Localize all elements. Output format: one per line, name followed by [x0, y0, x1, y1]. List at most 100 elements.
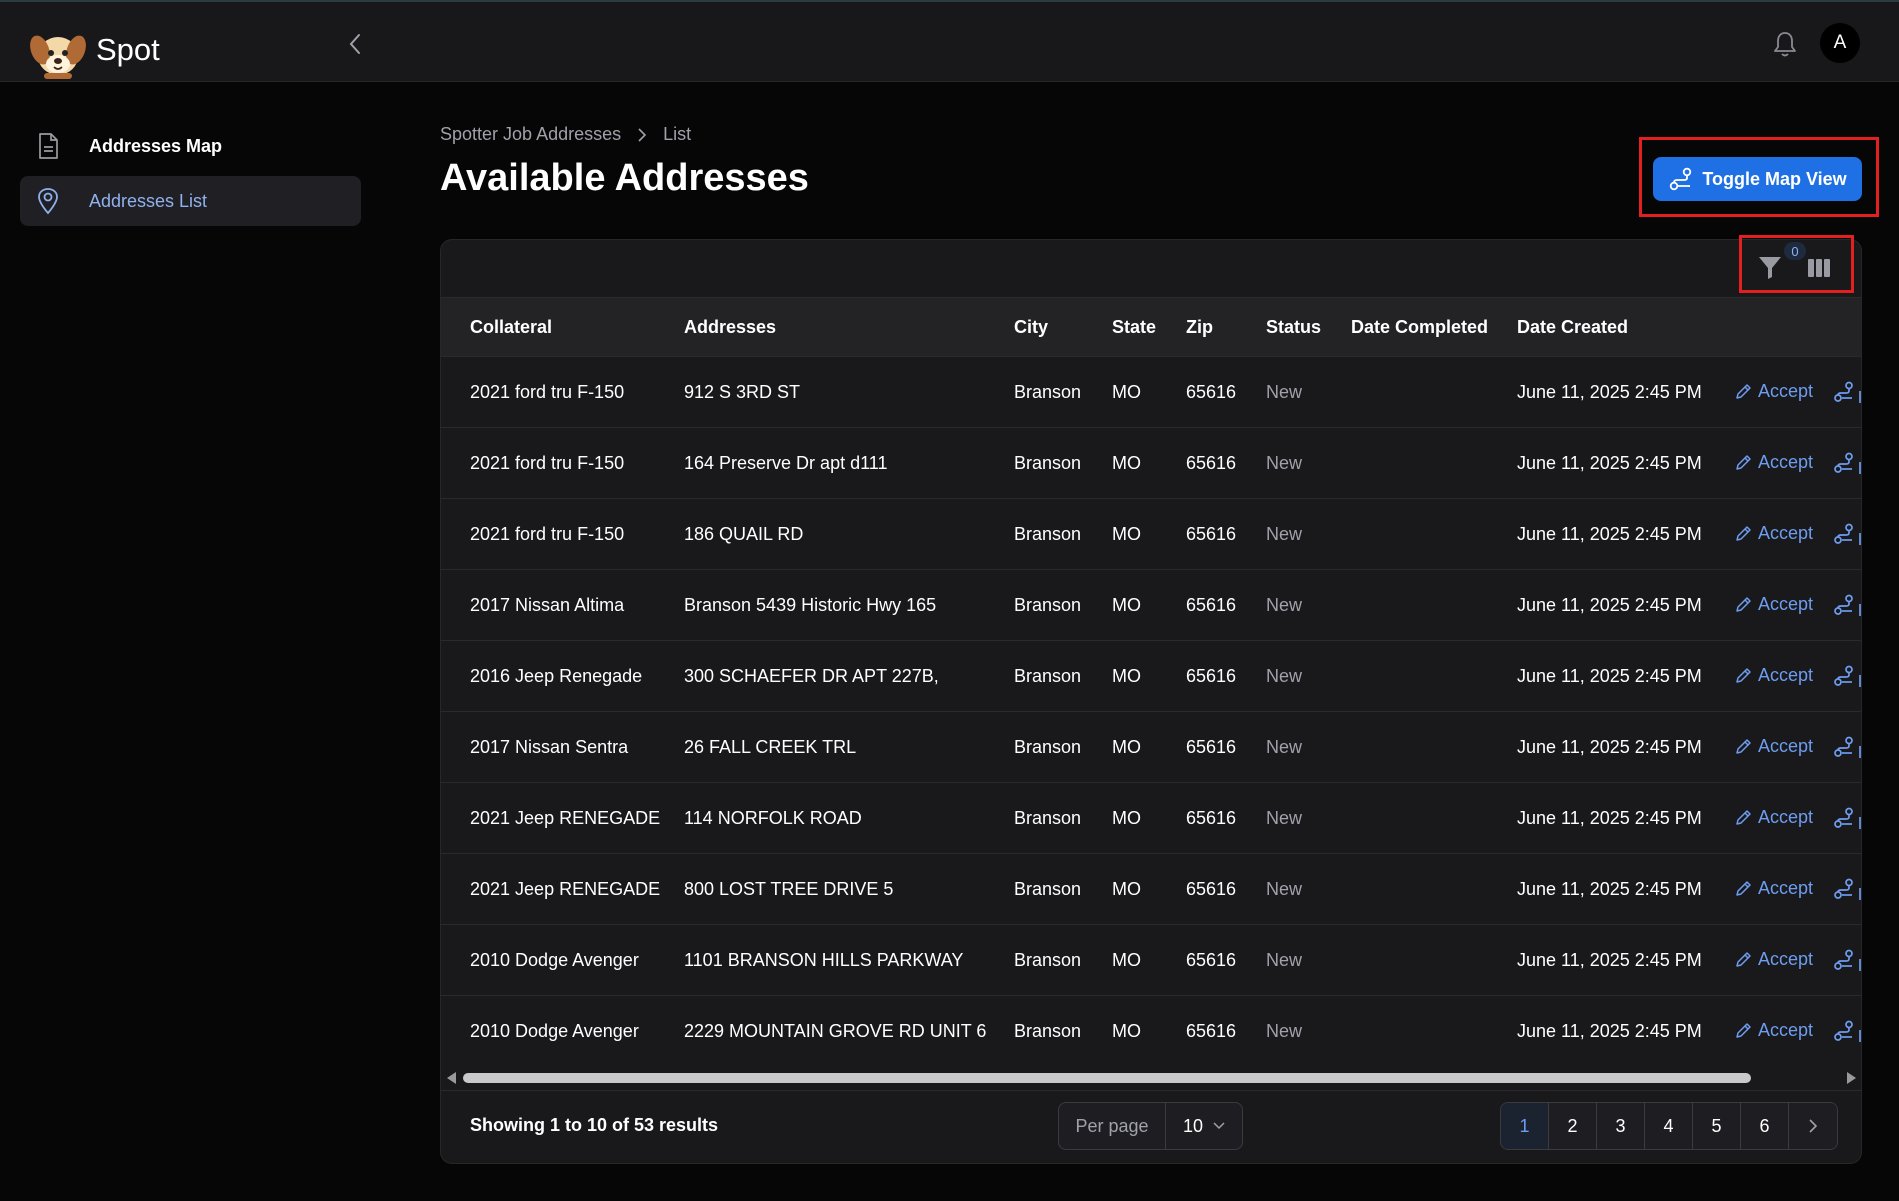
cell-address: 2229 MOUNTAIN GROVE RD UNIT 6: [684, 1021, 987, 1041]
chevron-right-icon: [637, 127, 647, 142]
cell-state: MO: [1112, 737, 1141, 757]
scrollbar-thumb[interactable]: [463, 1073, 1751, 1083]
user-avatar[interactable]: A: [1820, 23, 1860, 63]
pencil-icon: [1736, 809, 1751, 825]
breadcrumb-parent-link[interactable]: Spotter Job Addresses: [440, 124, 621, 145]
scroll-right-arrow[interactable]: [1847, 1072, 1856, 1084]
pencil-icon: [1736, 454, 1751, 470]
cell-status: New: [1266, 737, 1303, 757]
pencil-icon: [1736, 880, 1751, 896]
accept-label: Accept: [1758, 949, 1814, 969]
column-header-city[interactable]: City: [1014, 317, 1048, 338]
route-icon[interactable]: [1833, 452, 1861, 474]
cell-date-created: June 11, 2025 2:45 PM: [1517, 879, 1702, 899]
route-icon[interactable]: [1833, 523, 1861, 545]
pencil-icon: [1736, 525, 1751, 541]
scroll-left-arrow[interactable]: [447, 1072, 456, 1084]
column-header-date-created[interactable]: Date Created: [1517, 317, 1628, 338]
route-icon[interactable]: [1833, 949, 1861, 971]
pagination: 123456: [1500, 1102, 1838, 1150]
accept-button[interactable]: Accept: [1734, 878, 1813, 899]
accept-button[interactable]: Accept: [1734, 807, 1813, 828]
cell-date-created: June 11, 2025 2:45 PM: [1517, 950, 1702, 970]
cell-state: MO: [1112, 382, 1141, 402]
pencil-icon: [1736, 383, 1751, 399]
filter-count-badge: 0: [1784, 242, 1806, 260]
table-row: 2021 Jeep RENEGADE 800 LOST TREE DRIVE 5 B…: [441, 854, 1861, 925]
route-icon[interactable]: [1833, 1020, 1861, 1042]
cell-city: Branson: [1014, 737, 1082, 757]
horizontal-scrollbar[interactable]: [441, 1066, 1861, 1090]
cell-city: Branson: [1014, 595, 1082, 615]
column-header-addresses[interactable]: Addresses: [684, 317, 776, 338]
accept-label: Accept: [1758, 1020, 1814, 1040]
cell-address: 26 FALL CREEK TRL: [684, 737, 857, 757]
cell-zip: 65616: [1186, 453, 1237, 473]
cell-state: MO: [1112, 595, 1141, 615]
page-button-5[interactable]: 5: [1693, 1103, 1741, 1149]
column-toggle-button[interactable]: [1807, 258, 1831, 278]
accept-button[interactable]: Accept: [1734, 381, 1813, 402]
accept-label: Accept: [1758, 807, 1814, 827]
accept-button[interactable]: Accept: [1734, 523, 1813, 544]
accept-button[interactable]: Accept: [1734, 665, 1813, 686]
cell-collateral: 2010 Dodge Avenger: [470, 950, 639, 970]
route-icon[interactable]: [1833, 807, 1861, 829]
pencil-icon: [1736, 951, 1751, 967]
route-icon[interactable]: [1833, 381, 1861, 403]
notifications-bell-icon[interactable]: [1772, 30, 1798, 58]
document-icon: [34, 132, 62, 160]
accept-label: Accept: [1758, 594, 1814, 614]
accept-button[interactable]: Accept: [1734, 1020, 1813, 1041]
page-button-3[interactable]: 3: [1597, 1103, 1645, 1149]
column-header-status[interactable]: Status: [1266, 317, 1321, 338]
route-icon[interactable]: [1833, 736, 1861, 758]
page-title: Available Addresses: [440, 157, 809, 199]
filter-icon: [1759, 257, 1781, 279]
per-page-value: 10: [1182, 1115, 1204, 1136]
per-page-label: Per page: [1059, 1103, 1166, 1149]
next-page-button[interactable]: [1789, 1103, 1837, 1149]
sidebar-item-addresses-list[interactable]: Addresses List: [20, 176, 361, 226]
accept-button[interactable]: Accept: [1734, 452, 1813, 473]
cell-status: New: [1266, 879, 1303, 899]
column-header-collateral[interactable]: Collateral: [470, 317, 552, 338]
cell-collateral: 2016 Jeep Renegade: [470, 666, 643, 686]
cell-address: 1101 BRANSON HILLS PARKWAY: [684, 950, 964, 970]
cell-date-created: June 11, 2025 2:45 PM: [1517, 524, 1702, 544]
page-button-6[interactable]: 6: [1741, 1103, 1789, 1149]
cell-date-created: June 11, 2025 2:45 PM: [1517, 595, 1702, 615]
cell-date-created: June 11, 2025 2:45 PM: [1517, 1021, 1702, 1041]
cell-date-created: June 11, 2025 2:45 PM: [1517, 453, 1702, 473]
route-icon[interactable]: [1833, 665, 1861, 687]
sidebar-item-addresses-map[interactable]: Addresses Map: [20, 121, 361, 171]
cell-collateral: 2010 Dodge Avenger: [470, 1021, 639, 1041]
collapse-sidebar-button[interactable]: [344, 30, 366, 58]
sidebar-item-label: Addresses Map: [89, 135, 223, 156]
map-pin-icon: [34, 187, 62, 215]
table-row: 2016 Jeep Renegade 300 SCHAEFER DR APT 22…: [441, 641, 1861, 712]
accept-button[interactable]: Accept: [1734, 949, 1813, 970]
page-button-1[interactable]: 1: [1501, 1103, 1549, 1149]
route-icon[interactable]: [1833, 878, 1861, 900]
accept-button[interactable]: Accept: [1734, 594, 1813, 615]
accept-button[interactable]: Accept: [1734, 736, 1813, 757]
per-page-select[interactable]: 10: [1166, 1103, 1242, 1149]
toggle-map-view-label: Toggle Map View: [1702, 168, 1847, 189]
table-row: 2021 ford tru F-150 912 S 3RD ST Branson MO…: [441, 357, 1861, 428]
cell-address: 186 QUAIL RD: [684, 524, 804, 544]
chevron-right-icon: [1809, 1119, 1818, 1133]
filter-button[interactable]: [1756, 252, 1784, 282]
top-bar: Spot A: [0, 0, 1899, 82]
pencil-icon: [1736, 596, 1751, 612]
cell-collateral: 2021 ford tru F-150: [470, 382, 625, 402]
column-header-zip[interactable]: Zip: [1186, 317, 1213, 338]
column-header-state[interactable]: State: [1112, 317, 1156, 338]
cell-zip: 65616: [1186, 524, 1237, 544]
column-header-date-completed[interactable]: Date Completed: [1351, 317, 1488, 338]
route-icon[interactable]: [1833, 594, 1861, 616]
cell-zip: 65616: [1186, 737, 1237, 757]
page-button-4[interactable]: 4: [1645, 1103, 1693, 1149]
toggle-map-view-button[interactable]: Toggle Map View: [1653, 157, 1862, 201]
page-button-2[interactable]: 2: [1549, 1103, 1597, 1149]
